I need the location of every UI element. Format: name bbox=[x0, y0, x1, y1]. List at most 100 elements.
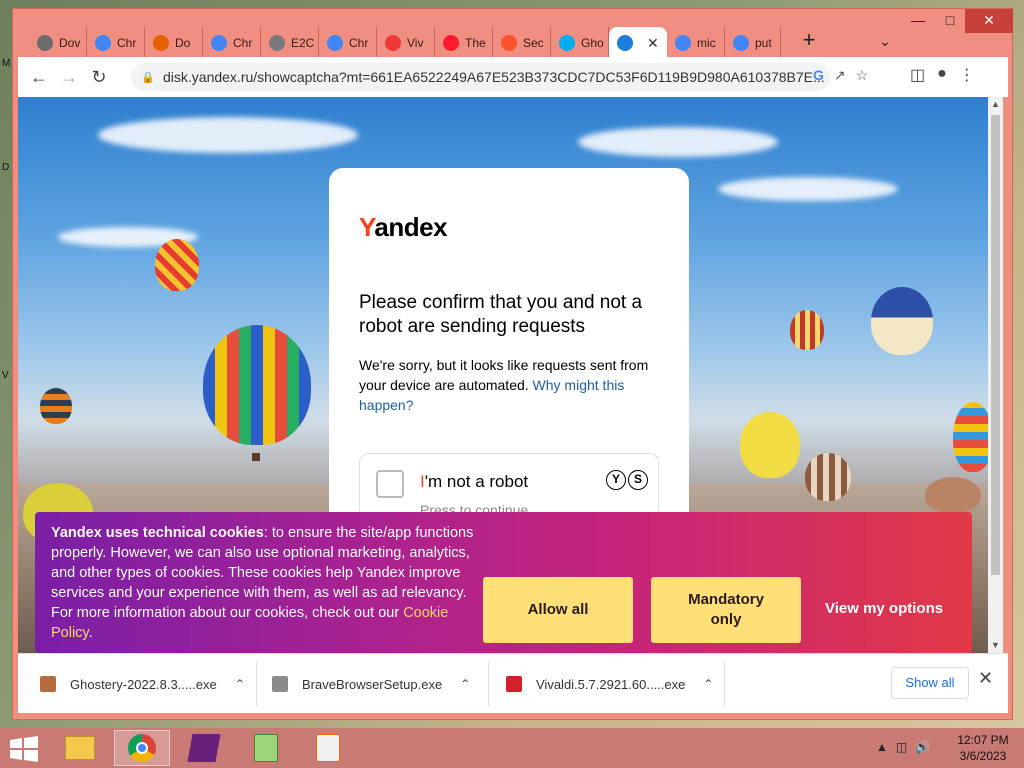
chevron-up-icon[interactable]: ⌃ bbox=[703, 677, 713, 691]
close-downloads-icon[interactable]: ✕ bbox=[978, 668, 993, 689]
opera-icon bbox=[443, 35, 459, 51]
tab-title: mic bbox=[697, 36, 716, 50]
captcha-heading: Please confirm that you and not a robot … bbox=[359, 292, 643, 337]
browser-tab[interactable]: Chr bbox=[87, 27, 145, 59]
desktop-letter[interactable]: V bbox=[2, 370, 9, 381]
browser-tab[interactable]: E2C bbox=[261, 27, 319, 59]
smartcaptcha-circle-icon: S bbox=[628, 470, 648, 490]
page-scrollbar[interactable]: ▲ ▼ bbox=[988, 97, 1003, 653]
scroll-up-icon[interactable]: ▲ bbox=[988, 97, 1003, 112]
yandex-circle-icon: Y bbox=[606, 470, 626, 490]
browser-tab[interactable]: put bbox=[725, 27, 781, 59]
visual-studio-icon[interactable] bbox=[176, 730, 232, 766]
address-bar[interactable]: 🔒 disk.yandex.ru/showcaptcha?mt=661EA652… bbox=[131, 63, 868, 91]
tab-strip: + ⌄ — □ ✕ Dov Chr Do Chr E2C Chr Viv The Sec Gho ✕… bbox=[13, 9, 1013, 59]
tab-search-chevron-icon[interactable]: ⌄ bbox=[871, 27, 899, 55]
windows-start-icon[interactable] bbox=[8, 736, 40, 762]
url-text[interactable]: disk.yandex.ru/showcaptcha?mt=661EA65222… bbox=[163, 69, 825, 85]
captcha-description: We're sorry, but it looks like requests … bbox=[359, 357, 649, 413]
maximize-button[interactable]: □ bbox=[933, 9, 967, 33]
vivaldi-file-icon bbox=[506, 676, 522, 692]
tab-title: Viv bbox=[407, 36, 424, 50]
balloon-image bbox=[740, 412, 800, 478]
minimize-button[interactable]: — bbox=[901, 9, 935, 33]
firefox-icon bbox=[153, 35, 169, 51]
notepad-plus-icon[interactable] bbox=[238, 730, 294, 766]
bookmark-star-icon[interactable]: ☆ bbox=[856, 67, 869, 84]
google-lens-icon[interactable]: G bbox=[813, 67, 824, 84]
desktop-letter[interactable]: D bbox=[2, 162, 9, 173]
view-my-options-button[interactable]: View my options bbox=[825, 600, 943, 617]
download-item[interactable]: Vivaldi.5.7.2921.60.....exe ⌃ bbox=[506, 668, 713, 700]
network-icon[interactable]: ◫ bbox=[896, 740, 907, 754]
reload-button[interactable]: ↻ bbox=[84, 62, 114, 92]
forward-button[interactable]: → bbox=[54, 62, 84, 92]
tab-title: The bbox=[465, 36, 486, 50]
page-viewport: Yandex Please confirm that you and not a… bbox=[18, 97, 988, 653]
cookie-banner: Yandex uses technical cookies: to ensure… bbox=[35, 512, 972, 653]
not-robot-checkbox[interactable] bbox=[376, 470, 404, 498]
tab-title: Gho bbox=[581, 36, 604, 50]
download-item[interactable]: BraveBrowserSetup.exe ⌃ bbox=[272, 668, 470, 700]
side-panel-icon[interactable]: ◫ bbox=[910, 65, 925, 85]
download-bar: Ghostery-2022.8.3.....exe ⌃ BraveBrowser… bbox=[18, 653, 1008, 713]
browser-tab[interactable]: ✕ bbox=[609, 27, 667, 59]
ghostery-icon bbox=[559, 35, 575, 51]
back-button[interactable]: ← bbox=[24, 62, 54, 92]
browser-tab[interactable]: Chr bbox=[203, 27, 261, 59]
installer-file-icon bbox=[272, 676, 288, 692]
browser-tab[interactable]: Do bbox=[145, 27, 203, 59]
browser-tab[interactable]: mic bbox=[667, 27, 725, 59]
smartcaptcha-logo: Y S bbox=[606, 470, 648, 490]
volume-icon[interactable]: 🔊 bbox=[915, 740, 930, 754]
balloon-image bbox=[203, 325, 311, 445]
cookie-text: Yandex uses technical cookies: to ensure… bbox=[51, 525, 474, 641]
balloon-image bbox=[805, 453, 851, 501]
browser-tab[interactable]: Dov bbox=[29, 27, 87, 59]
close-window-button[interactable]: ✕ bbox=[965, 9, 1013, 33]
allow-all-button[interactable]: Allow all bbox=[483, 577, 633, 643]
mandatory-only-button[interactable]: Mandatory only bbox=[651, 577, 801, 643]
profile-avatar-icon[interactable]: ● bbox=[937, 65, 947, 85]
not-robot-label[interactable]: I'm not a robot bbox=[420, 472, 528, 492]
show-all-button[interactable]: Show all bbox=[891, 667, 969, 699]
new-tab-button[interactable]: + bbox=[795, 27, 823, 55]
lock-icon: 🔒 bbox=[141, 71, 155, 84]
desktop-letter[interactable]: M bbox=[2, 58, 10, 69]
file-explorer-icon[interactable] bbox=[52, 730, 108, 766]
scroll-down-icon[interactable]: ▼ bbox=[988, 638, 1003, 653]
tab-title: Chr bbox=[349, 36, 369, 50]
brave-icon bbox=[501, 35, 517, 51]
browser-tab[interactable]: Gho bbox=[551, 27, 609, 59]
toolbar-right-icons: ◫ ● ⋮ bbox=[910, 65, 975, 85]
java-icon[interactable] bbox=[300, 730, 356, 766]
desktop-icon-labels: M D V bbox=[0, 0, 12, 728]
tab-title: Do bbox=[175, 36, 191, 50]
browser-tab[interactable]: Sec bbox=[493, 27, 551, 59]
tab-title: put bbox=[755, 36, 772, 50]
chrome-taskbar-icon[interactable] bbox=[114, 730, 170, 766]
download-item[interactable]: Ghostery-2022.8.3.....exe ⌃ bbox=[40, 668, 245, 700]
balloon-image bbox=[790, 310, 824, 350]
google-icon bbox=[733, 35, 749, 51]
vivaldi-icon bbox=[385, 35, 401, 51]
chrome-icon bbox=[211, 35, 227, 51]
chrome-icon bbox=[327, 35, 343, 51]
browser-tab[interactable]: Viv bbox=[377, 27, 435, 59]
tray-chevron-up-icon[interactable]: ▲ bbox=[876, 740, 888, 754]
taskbar-clock[interactable]: 12:07 PM 3/6/2023 bbox=[948, 732, 1018, 764]
browser-window: + ⌄ — □ ✕ Dov Chr Do Chr E2C Chr Viv The Sec Gho ✕… bbox=[12, 8, 1013, 720]
browser-tab[interactable]: The bbox=[435, 27, 493, 59]
tab-title: Dov bbox=[59, 36, 81, 50]
balloon-image bbox=[40, 388, 72, 424]
chevron-up-icon[interactable]: ⌃ bbox=[235, 677, 245, 691]
tab-close-icon[interactable]: ✕ bbox=[647, 35, 659, 52]
tab-title: Sec bbox=[523, 36, 544, 50]
menu-kebab-icon[interactable]: ⋮ bbox=[959, 65, 975, 85]
scroll-thumb[interactable] bbox=[991, 115, 1000, 575]
yandex-logo: Yandex bbox=[359, 212, 448, 242]
chevron-up-icon[interactable]: ⌃ bbox=[460, 677, 470, 691]
balloon-image bbox=[155, 239, 199, 291]
share-icon[interactable]: ↗ bbox=[834, 67, 846, 84]
browser-tab[interactable]: Chr bbox=[319, 27, 377, 59]
